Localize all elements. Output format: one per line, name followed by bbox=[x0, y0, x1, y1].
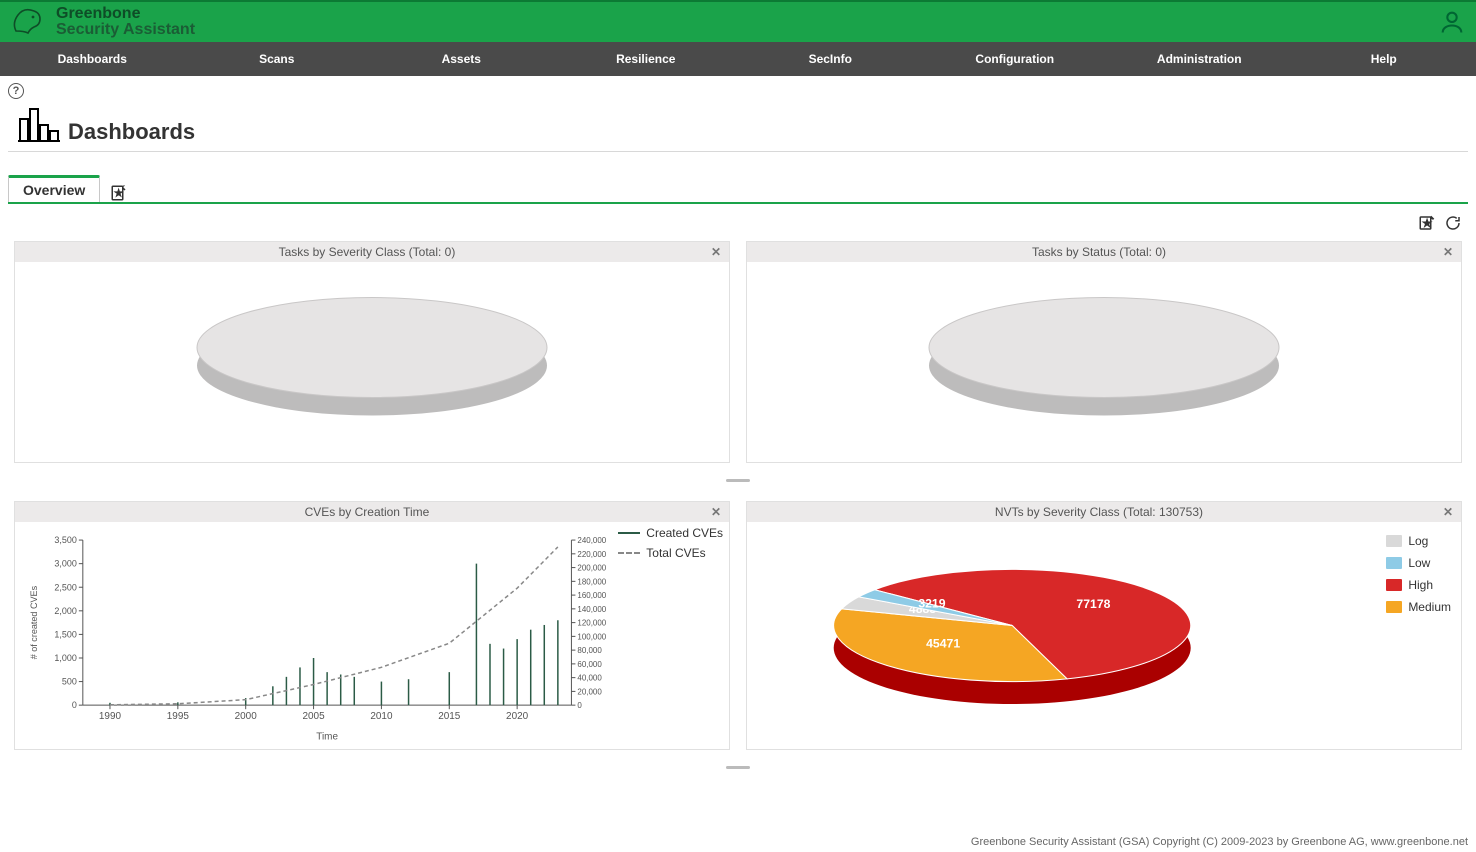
close-icon[interactable]: ✕ bbox=[1443, 505, 1453, 519]
nav-assets[interactable]: Assets bbox=[369, 42, 554, 76]
dashboards-icon bbox=[16, 105, 62, 145]
row-resize-handle[interactable] bbox=[14, 479, 1462, 485]
page-title: Dashboards bbox=[68, 119, 195, 145]
svg-text:20,000: 20,000 bbox=[577, 687, 602, 696]
nav-administration[interactable]: Administration bbox=[1107, 42, 1292, 76]
cve-line-chart: 1990 1995 2000 2005 2010 2015 2020 Time 0 500 1,00… bbox=[23, 530, 721, 741]
close-icon[interactable]: ✕ bbox=[1443, 245, 1453, 259]
row-resize-handle[interactable] bbox=[14, 766, 1462, 772]
nav-help[interactable]: Help bbox=[1292, 42, 1476, 76]
svg-text:# of created CVEs: # of created CVEs bbox=[29, 585, 39, 659]
add-display-icon[interactable]: ★ bbox=[1418, 214, 1436, 235]
main-nav: Dashboards Scans Assets Resilience SecIn… bbox=[0, 42, 1476, 76]
svg-text:160,000: 160,000 bbox=[577, 591, 606, 600]
svg-text:Time: Time bbox=[316, 731, 338, 741]
svg-text:60,000: 60,000 bbox=[577, 660, 602, 669]
svg-text:2000: 2000 bbox=[235, 711, 258, 722]
svg-text:1,500: 1,500 bbox=[54, 629, 76, 639]
card-tasks-status: Tasks by Status (Total: 0) ✕ bbox=[746, 241, 1462, 463]
svg-text:40,000: 40,000 bbox=[577, 674, 602, 683]
card-title: Tasks by Severity Class (Total: 0) bbox=[23, 245, 711, 259]
svg-text:77178: 77178 bbox=[1076, 597, 1110, 611]
nav-secinfo[interactable]: SecInfo bbox=[738, 42, 923, 76]
legend-created-cves: Created CVEs bbox=[646, 526, 723, 540]
cve-legend: Created CVEs Total CVEs bbox=[618, 526, 723, 566]
card-title: CVEs by Creation Time bbox=[23, 505, 711, 519]
footer-text: Greenbone Security Assistant (GSA) Copyr… bbox=[971, 832, 1468, 852]
svg-text:★: ★ bbox=[1423, 219, 1430, 228]
svg-text:2015: 2015 bbox=[438, 711, 461, 722]
brand: Greenbone Security Assistant bbox=[10, 5, 195, 39]
svg-text:2010: 2010 bbox=[370, 711, 393, 722]
svg-text:180,000: 180,000 bbox=[577, 577, 606, 586]
nav-resilience[interactable]: Resilience bbox=[554, 42, 739, 76]
close-icon[interactable]: ✕ bbox=[711, 245, 721, 259]
close-icon[interactable]: ✕ bbox=[711, 505, 721, 519]
svg-text:80,000: 80,000 bbox=[577, 646, 602, 655]
svg-text:120,000: 120,000 bbox=[577, 619, 606, 628]
svg-text:3219: 3219 bbox=[918, 597, 945, 611]
tab-overview[interactable]: Overview bbox=[8, 175, 100, 202]
svg-text:500: 500 bbox=[62, 677, 77, 687]
card-nvts-severity: NVTs by Severity Class (Total: 130753) ✕… bbox=[746, 501, 1462, 750]
nvt-pie-chart: 771784547148853219 bbox=[747, 522, 1461, 749]
legend-log: Log bbox=[1408, 534, 1428, 548]
help-icon[interactable]: ? bbox=[8, 83, 24, 99]
svg-text:2,500: 2,500 bbox=[54, 582, 76, 592]
svg-text:220,000: 220,000 bbox=[577, 550, 606, 559]
top-banner: Greenbone Security Assistant bbox=[0, 0, 1476, 42]
card-tasks-severity: Tasks by Severity Class (Total: 0) ✕ bbox=[14, 241, 730, 463]
legend-high: High bbox=[1408, 578, 1433, 592]
brand-name-line1: Greenbone bbox=[56, 6, 195, 22]
svg-text:3,500: 3,500 bbox=[54, 535, 76, 545]
svg-text:140,000: 140,000 bbox=[577, 605, 606, 614]
svg-text:200,000: 200,000 bbox=[577, 564, 606, 573]
svg-text:1990: 1990 bbox=[99, 711, 122, 722]
empty-pie-icon bbox=[924, 286, 1284, 439]
card-cves-time: CVEs by Creation Time ✕ 1990 1995 2000 2005… bbox=[14, 501, 730, 750]
svg-text:2020: 2020 bbox=[506, 711, 529, 722]
svg-text:3,000: 3,000 bbox=[54, 559, 76, 569]
brand-name-line2: Security Assistant bbox=[56, 22, 195, 38]
svg-text:0: 0 bbox=[577, 701, 582, 710]
page-title-row: Dashboards bbox=[8, 105, 1468, 152]
user-menu-icon[interactable] bbox=[1438, 8, 1466, 36]
legend-low: Low bbox=[1408, 556, 1430, 570]
svg-text:2,000: 2,000 bbox=[54, 606, 76, 616]
svg-text:240,000: 240,000 bbox=[577, 536, 606, 545]
svg-text:2005: 2005 bbox=[302, 711, 325, 722]
svg-text:45471: 45471 bbox=[926, 636, 960, 650]
brand-logo-icon bbox=[10, 5, 50, 39]
nav-dashboards[interactable]: Dashboards bbox=[0, 42, 185, 76]
svg-text:1995: 1995 bbox=[167, 711, 190, 722]
legend-total-cves: Total CVEs bbox=[646, 546, 705, 560]
reset-dashboard-icon[interactable] bbox=[1444, 214, 1462, 235]
legend-medium: Medium bbox=[1408, 600, 1451, 614]
add-tab-icon[interactable]: ★ bbox=[110, 184, 128, 202]
empty-pie-icon bbox=[192, 286, 552, 439]
tabs-row: Overview ★ bbox=[8, 174, 1468, 204]
nvt-legend: Log Low High Medium bbox=[1386, 534, 1451, 622]
card-title: Tasks by Status (Total: 0) bbox=[755, 245, 1443, 259]
svg-text:0: 0 bbox=[72, 700, 77, 710]
nav-configuration[interactable]: Configuration bbox=[923, 42, 1108, 76]
svg-text:★: ★ bbox=[116, 188, 123, 197]
svg-text:100,000: 100,000 bbox=[577, 632, 606, 641]
card-title: NVTs by Severity Class (Total: 130753) bbox=[755, 505, 1443, 519]
svg-text:1,000: 1,000 bbox=[54, 653, 76, 663]
nav-scans[interactable]: Scans bbox=[185, 42, 370, 76]
